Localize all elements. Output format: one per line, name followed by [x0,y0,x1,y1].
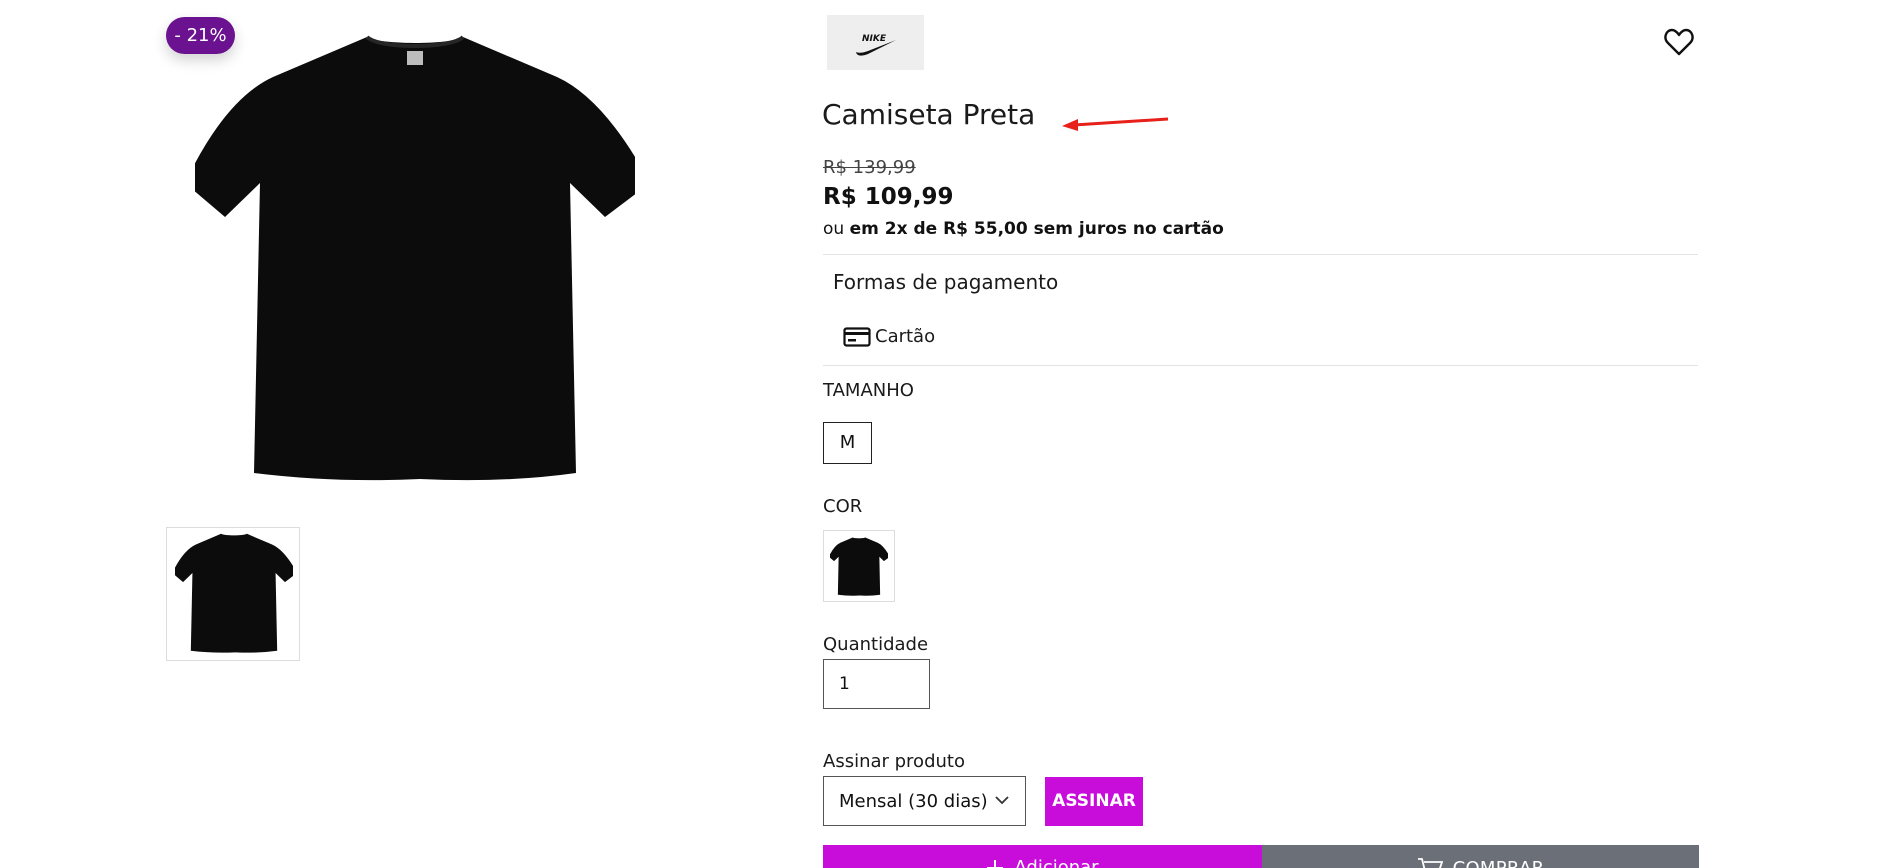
divider [823,254,1698,255]
installments-prefix: ou [823,219,845,239]
add-to-cart-button[interactable]: Adicionar [823,845,1262,868]
buy-button[interactable]: COMPRAR [1262,845,1699,868]
credit-card-icon [843,327,871,347]
heart-icon[interactable] [1664,28,1694,56]
nike-logo-icon: NIKE [855,34,896,56]
size-option-m[interactable]: M [823,422,872,464]
installments-text: em 2x de R$ 55,00 sem juros no cartão [849,219,1224,239]
plus-icon [987,859,1004,868]
color-label: COR [823,496,863,517]
annotation-arrow-icon [1062,117,1169,131]
subscription-selected-value: Mensal (30 dias) [839,791,988,812]
payment-methods-title: Formas de pagamento [833,270,1059,294]
quantity-input[interactable] [823,659,930,709]
subscription-label: Assinar produto [823,751,965,772]
add-button-label: Adicionar [1014,857,1099,868]
old-price: R$ 139,99 [823,157,916,178]
black-tshirt-swatch-icon [830,537,888,596]
discount-badge: - 21% [166,17,235,54]
buy-button-label: COMPRAR [1452,857,1545,868]
thumbnail-tshirt-image [175,533,293,653]
main-product-image [195,35,635,481]
subscription-select[interactable]: Mensal (30 dias) [823,776,1026,826]
installments-info: ou em 2x de R$ 55,00 sem juros no cartão [823,219,1224,239]
subscribe-button[interactable]: ASSINAR [1045,777,1143,826]
product-thumbnail[interactable] [166,527,300,661]
payment-method-card: Cartão [875,326,936,347]
brand-logo[interactable]: NIKE [827,15,924,70]
quantity-label: Quantidade [823,634,929,655]
size-label: TAMANHO [823,380,914,401]
color-option-black[interactable] [823,530,895,602]
chevron-down-icon [995,796,1009,805]
svg-text:NIKE: NIKE [862,34,887,44]
divider [823,365,1698,366]
product-title: Camiseta Preta [822,98,1036,131]
shopping-cart-icon [1417,858,1443,868]
current-price: R$ 109,99 [823,184,954,210]
